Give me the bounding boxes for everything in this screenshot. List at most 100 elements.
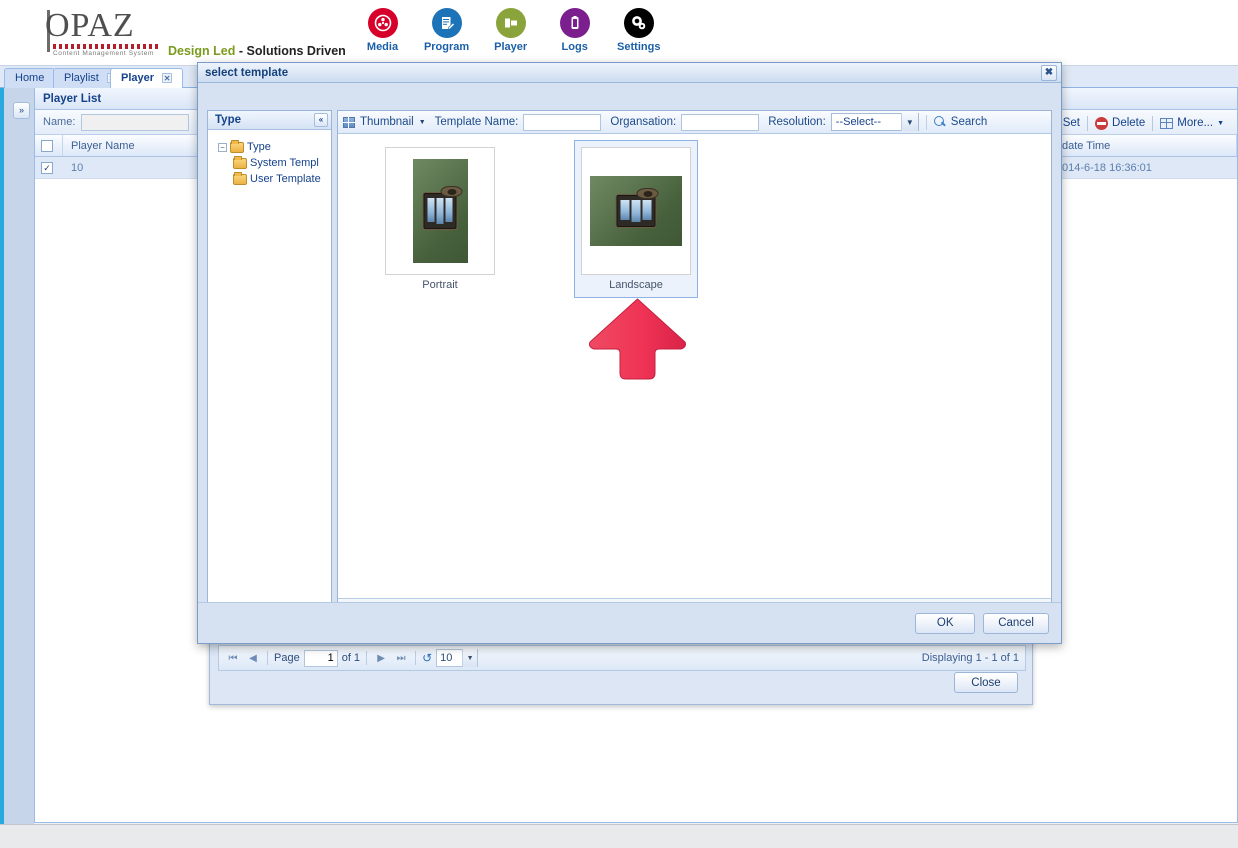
template-name-input[interactable]	[523, 114, 601, 131]
tagline: Design Led - Solutions Driven	[168, 44, 346, 58]
template-card-portrait[interactable]: Portrait	[378, 140, 502, 298]
tree-header-label: Type	[215, 114, 241, 126]
resolution-value: --Select--	[836, 116, 881, 128]
name-filter-label: Name:	[43, 116, 75, 128]
tree-node-user-templates[interactable]: User Template	[218, 171, 331, 187]
folder-icon	[233, 158, 247, 169]
type-tree-panel: Type « − Type System Templ Use	[207, 110, 332, 624]
film-reel-icon	[424, 193, 457, 229]
select-all-checkbox[interactable]	[41, 140, 53, 152]
organisation-label: Organsation:	[610, 116, 676, 128]
column-player-name[interactable]: Player Name	[63, 135, 208, 156]
expand-right-icon[interactable]: »	[13, 102, 30, 119]
delete-icon	[1095, 117, 1108, 130]
tab-home[interactable]: Home	[4, 68, 55, 88]
up-arrow-annotation	[586, 297, 689, 382]
nav-item-program[interactable]: Program	[416, 8, 477, 53]
chevron-down-icon: ▼	[901, 113, 918, 131]
reel-frame	[446, 198, 453, 222]
close-icon[interactable]: ✖	[1041, 65, 1057, 81]
tree-node-system-templates[interactable]: System Templ	[218, 155, 331, 171]
folder-icon	[230, 142, 244, 153]
logs-clipboard-icon	[560, 8, 590, 38]
nav-label-program: Program	[416, 41, 477, 53]
search-icon[interactable]	[934, 116, 946, 128]
dialog-title: select template	[205, 67, 288, 79]
tagline-green: Design Led	[168, 44, 235, 58]
tree-node-root-label: Type	[247, 141, 271, 153]
reel-frame	[621, 200, 630, 220]
organisation-input[interactable]	[681, 114, 759, 131]
template-name-landscape: Landscape	[575, 279, 697, 291]
app-header: OPAZ Content Management System Design Le…	[0, 0, 1238, 66]
folder-icon	[233, 174, 247, 185]
search-label[interactable]: Search	[951, 116, 987, 128]
template-thumbnail-landscape	[581, 147, 691, 275]
close-button[interactable]: Close	[954, 672, 1018, 693]
tab-player-label: Player	[121, 72, 154, 84]
resolution-label: Resolution:	[768, 116, 826, 128]
reel-strip	[424, 193, 457, 229]
settings-gear-icon	[624, 8, 654, 38]
logo-subtitle: Content Management System	[53, 50, 165, 57]
more-button[interactable]: More... ▼	[1153, 117, 1231, 129]
topaz-logo: OPAZ Content Management System Design Le…	[45, 8, 335, 58]
ok-button[interactable]: OK	[915, 613, 975, 634]
tab-home-label: Home	[15, 72, 44, 84]
film-reel-icon	[617, 195, 656, 227]
media-film-icon	[368, 8, 398, 38]
template-toolbar: Thumbnail ▼ Template Name: Organsation: …	[338, 111, 1051, 134]
thumbnail-view-label[interactable]: Thumbnail	[360, 116, 414, 128]
column-update-time[interactable]: date Time	[1054, 135, 1237, 156]
tree-header: Type «	[208, 111, 331, 130]
cancel-button[interactable]: Cancel	[983, 613, 1049, 634]
delete-button[interactable]: Delete	[1088, 117, 1152, 130]
nav-item-media[interactable]: Media	[352, 8, 413, 53]
tree-node-system-templates-label: System Templ	[250, 157, 319, 169]
tab-player[interactable]: Player ✕	[110, 68, 183, 88]
reel-frame	[437, 198, 444, 224]
chevron-down-icon: ▼	[1217, 120, 1224, 127]
reel-strip	[617, 195, 656, 227]
page-footer	[0, 824, 1238, 848]
name-filter-input[interactable]	[81, 114, 189, 131]
nav-label-settings: Settings	[608, 41, 669, 53]
chevron-down-icon[interactable]: ▼	[419, 119, 426, 126]
collapse-toggle-icon[interactable]: −	[218, 143, 227, 152]
tree-node-root[interactable]: − Type	[218, 139, 331, 155]
portrait-preview-image	[413, 159, 468, 263]
tree-body: − Type System Templ User Template	[208, 130, 331, 187]
template-grid: Portrait	[338, 134, 1051, 598]
tree-node-user-templates-label: User Template	[250, 173, 321, 185]
nav-label-player: Player	[480, 41, 541, 53]
template-thumbnail-portrait	[385, 147, 495, 275]
nav-item-player[interactable]: Player	[480, 8, 541, 53]
reel-frame	[428, 198, 435, 222]
toolbar-divider	[926, 115, 927, 130]
nav-item-logs[interactable]: Logs	[544, 8, 605, 53]
thumbnail-view-icon[interactable]	[343, 117, 355, 128]
template-name-portrait: Portrait	[379, 279, 501, 291]
program-edit-icon	[432, 8, 462, 38]
column-update-time-label: date Time	[1062, 140, 1110, 152]
row-select-cell[interactable]: ✓	[35, 157, 63, 178]
resolution-select[interactable]: --Select-- ▼	[831, 113, 919, 131]
template-browser-panel: Thumbnail ▼ Template Name: Organsation: …	[337, 110, 1052, 624]
reel-spool	[637, 188, 659, 199]
template-card-landscape[interactable]: Landscape	[574, 140, 698, 298]
logo-mark: OPAZ Content Management System	[45, 8, 165, 56]
nav-label-media: Media	[352, 41, 413, 53]
row-checkbox[interactable]: ✓	[41, 162, 53, 174]
logo-dot-rule	[53, 44, 159, 49]
more-label: More...	[1177, 117, 1213, 129]
select-all-header[interactable]	[35, 135, 63, 156]
more-grid-icon	[1160, 118, 1173, 129]
nav-label-logs: Logs	[544, 41, 605, 53]
cell-update-time: 014-6-18 16:36:01	[1054, 157, 1237, 178]
close-icon[interactable]: ✕	[162, 73, 172, 83]
nav-item-settings[interactable]: Settings	[608, 8, 669, 53]
dialog-titlebar: select template ✖	[198, 63, 1061, 83]
collapse-left-icon[interactable]: «	[314, 113, 328, 127]
cell-player-name: 10	[63, 157, 208, 178]
player-screen-icon	[496, 8, 526, 38]
